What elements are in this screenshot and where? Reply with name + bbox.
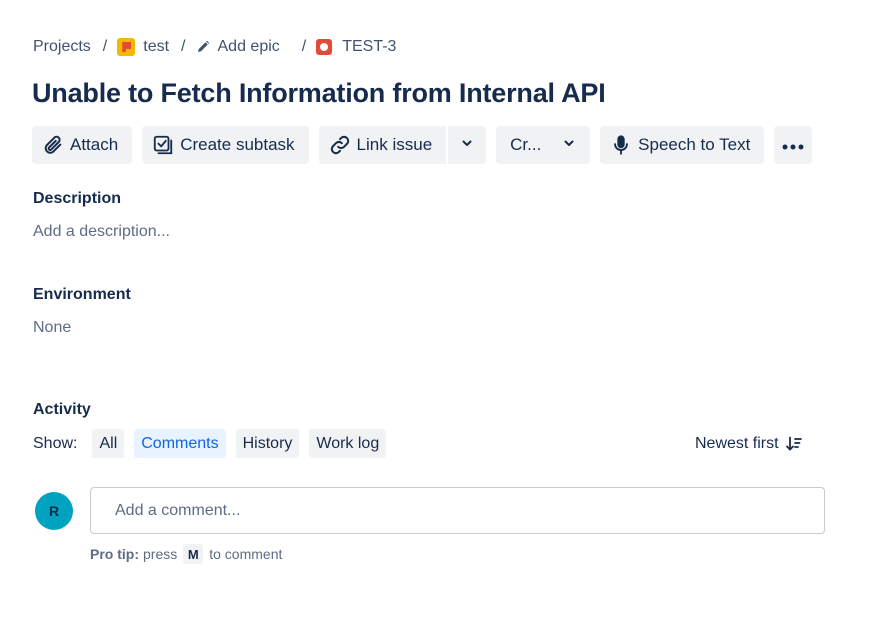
activity-filter-bar: Show: All Comments History Work log <box>33 429 396 458</box>
link-issue-button[interactable]: Link issue <box>318 126 447 164</box>
filter-comments[interactable]: Comments <box>134 429 226 458</box>
breadcrumb-project-label: test <box>143 38 170 55</box>
more-horizontal-icon <box>782 135 804 155</box>
link-issue-split-button: Link issue <box>318 126 487 164</box>
speech-to-text-label: Speech to Text <box>638 135 751 154</box>
bug-icon <box>316 39 333 55</box>
sort-order-button[interactable]: Newest first <box>695 432 803 456</box>
breadcrumb-epic-label: Add epic <box>217 38 280 55</box>
environment-field[interactable]: None <box>33 319 71 337</box>
page-title[interactable]: Unable to Fetch Information from Interna… <box>32 78 606 109</box>
breadcrumb-separator: / <box>181 38 186 55</box>
pro-tip-label: Pro tip: <box>90 546 139 562</box>
create-dropdown-button[interactable]: Cr... <box>496 126 591 164</box>
pencil-icon <box>196 40 210 54</box>
speech-to-text-button[interactable]: Speech to Text <box>600 126 765 164</box>
project-icon <box>117 38 136 56</box>
issue-toolbar: Attach Create subtask Link issue Cr... S… <box>32 126 813 164</box>
attach-button[interactable]: Attach <box>32 126 133 164</box>
breadcrumb-separator: / <box>301 38 307 55</box>
breadcrumb: Projects / test / Add epic / TEST-3 <box>33 36 396 58</box>
comment-input[interactable] <box>90 487 825 534</box>
link-issue-dropdown-button[interactable] <box>448 126 487 164</box>
breadcrumb-issue-key[interactable]: TEST-3 <box>316 38 396 56</box>
filter-work-log[interactable]: Work log <box>309 429 387 458</box>
paperclip-icon <box>42 134 64 156</box>
link-icon <box>329 134 351 156</box>
breadcrumb-project[interactable]: test <box>117 38 169 56</box>
description-field[interactable]: Add a description... <box>33 223 170 241</box>
create-subtask-label: Create subtask <box>180 135 295 154</box>
breadcrumb-projects[interactable]: Projects <box>33 38 91 56</box>
show-label: Show: <box>33 434 78 452</box>
pro-tip: Pro tip: press M to comment <box>90 544 282 564</box>
more-actions-button[interactable] <box>774 126 813 164</box>
subtask-icon <box>152 134 174 156</box>
description-heading: Description <box>33 190 122 207</box>
avatar[interactable]: R <box>35 492 73 530</box>
link-issue-label: Link issue <box>356 135 433 154</box>
breadcrumb-separator: / <box>102 38 108 55</box>
chevron-down-icon <box>562 135 576 155</box>
environment-heading: Environment <box>33 286 131 303</box>
chevron-down-icon <box>460 135 474 155</box>
attach-label: Attach <box>70 135 119 154</box>
pro-tip-suffix: to comment <box>209 546 283 562</box>
create-subtask-button[interactable]: Create subtask <box>142 126 309 164</box>
breadcrumb-projects-label: Projects <box>33 38 91 55</box>
breadcrumb-issue-key-label: TEST-3 <box>342 38 397 55</box>
sort-descending-icon <box>785 435 803 453</box>
activity-heading: Activity <box>33 401 91 418</box>
keyboard-shortcut-key: M <box>183 544 204 564</box>
filter-history[interactable]: History <box>235 429 300 458</box>
create-dropdown-label: Cr... <box>510 135 542 154</box>
sort-order-label: Newest first <box>695 435 779 452</box>
breadcrumb-add-epic[interactable]: Add epic <box>196 38 280 56</box>
filter-all[interactable]: All <box>92 429 125 458</box>
microphone-icon <box>610 134 632 156</box>
pro-tip-press: press <box>143 546 178 562</box>
